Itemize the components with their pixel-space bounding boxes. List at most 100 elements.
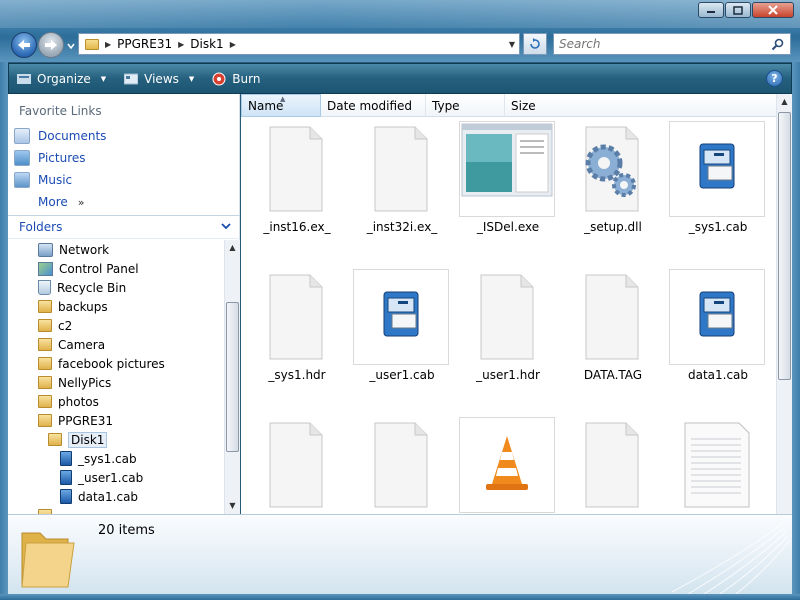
file-item[interactable]: _sys1.cab (663, 117, 773, 257)
tree-item-facebook-pictures[interactable]: facebook pictures (38, 354, 165, 373)
file-item[interactable]: _setup.dll (558, 117, 668, 257)
burn-disc-icon (212, 72, 226, 85)
breadcrumb-arrow-icon[interactable]: ▶ (178, 40, 184, 49)
favorite-documents[interactable]: Documents (14, 126, 106, 146)
views-button[interactable]: Views ▼ (116, 64, 204, 93)
sort-ascending-icon: ▲ (280, 95, 286, 103)
tree-item-ppgre31[interactable]: PPGRE31 (38, 411, 113, 430)
breadcrumb-arrow-icon[interactable]: ▶ (230, 40, 236, 49)
scroll-up-icon[interactable]: ▲ (225, 240, 240, 256)
file-item[interactable]: _user1.cab (347, 265, 457, 405)
tree-item-backups[interactable]: backups (38, 297, 108, 316)
tree-item-control-panel[interactable]: Control Panel (38, 259, 139, 278)
breadcrumb-ppgre31[interactable]: PPGRE31 (117, 37, 172, 51)
scroll-up-icon[interactable]: ▲ (777, 94, 792, 110)
chevron-down-icon (67, 43, 75, 50)
breadcrumb-arrow-icon[interactable]: ▶ (105, 40, 111, 49)
column-headers: Name ▲ Date modified Type Size (241, 94, 776, 117)
file-item[interactable] (347, 413, 457, 514)
recent-pages-dropdown[interactable] (66, 40, 76, 50)
tree-item-network[interactable]: Network (38, 240, 109, 259)
file-item[interactable]: data1.cab (663, 265, 773, 405)
blank-file-icon (353, 121, 449, 217)
details-pane: 20 items (8, 514, 792, 594)
file-items: _inst16.ex_ _inst32i.ex_ _ISDel.exe _set… (241, 117, 776, 514)
decorative-swirl (671, 523, 791, 594)
more-label: More (38, 195, 68, 209)
tree-item-photos[interactable]: photos (38, 392, 99, 411)
tree-item-user1-cab[interactable]: _user1.cab (60, 468, 143, 487)
tree-label: backups (58, 299, 108, 314)
more-links[interactable]: More » (38, 192, 84, 212)
tree-label: photos (58, 394, 99, 409)
tree-label: _sys1.cab (78, 451, 137, 466)
file-item[interactable] (242, 413, 352, 514)
breadcrumb-disk1[interactable]: Disk1 (190, 37, 223, 51)
refresh-button[interactable] (523, 33, 547, 55)
maximize-button[interactable] (725, 2, 751, 18)
favorite-music[interactable]: Music (14, 170, 72, 190)
chevron-down-icon[interactable]: ▼ (509, 40, 515, 49)
search-icon[interactable] (771, 38, 784, 51)
favorite-pictures[interactable]: Pictures (14, 148, 86, 168)
folder-tree: Network Control Panel Recycle Bin backup… (8, 240, 224, 514)
tree-item-disk1[interactable]: Disk1 (48, 430, 108, 449)
file-item[interactable]: _inst32i.ex_ (347, 117, 457, 257)
window-frame-bottom (0, 594, 800, 600)
tree-item-c2[interactable]: c2 (38, 316, 72, 335)
folder-tree-scrollbar[interactable]: ▲ ▼ (224, 240, 240, 514)
organize-button[interactable]: Organize ▼ (9, 64, 116, 93)
file-item[interactable]: _sys1.hdr (242, 265, 352, 405)
file-name: _inst32i.ex_ (366, 220, 438, 234)
folder-icon (38, 395, 52, 408)
file-item[interactable] (663, 413, 773, 514)
folder-icon (38, 338, 52, 351)
tree-label: Network (59, 242, 110, 257)
column-name[interactable]: Name ▲ (241, 94, 321, 117)
search-box[interactable] (553, 33, 791, 55)
scrollbar-thumb[interactable] (778, 112, 791, 380)
tree-item-nellypics[interactable]: NellyPics (38, 373, 111, 392)
folders-header[interactable]: Folders (8, 215, 240, 239)
back-button[interactable] (11, 32, 37, 58)
file-list-scrollbar[interactable]: ▲ (776, 94, 792, 514)
column-date-modified[interactable]: Date modified (321, 94, 426, 117)
double-chevron-right-icon: » (77, 195, 85, 209)
address-bar[interactable]: ▶ PPGRE31 ▶ Disk1 ▶ ▼ (78, 33, 520, 55)
file-item[interactable]: _ISDel.exe (453, 117, 563, 257)
folder-open-icon (48, 433, 62, 446)
file-item[interactable]: _user1.hdr (453, 265, 563, 405)
column-type[interactable]: Type (426, 94, 505, 117)
favorite-label: Music (38, 173, 73, 187)
tree-item-sys1-cab[interactable]: _sys1.cab (60, 449, 137, 468)
text-file-icon (669, 417, 765, 513)
tree-item-recycle-bin[interactable]: Recycle Bin (38, 278, 126, 297)
cabinet-icon (60, 451, 72, 466)
tree-label: _user1.cab (78, 470, 144, 485)
tree-item-data1-cab[interactable]: data1.cab (60, 487, 138, 506)
cabinet-icon (60, 470, 72, 485)
file-name: _inst16.ex_ (263, 220, 331, 234)
chevron-down-icon: ▼ (100, 74, 107, 83)
tree-item-camera[interactable]: Camera (38, 335, 105, 354)
blank-file-icon (564, 269, 660, 365)
file-item[interactable] (453, 413, 563, 514)
file-item[interactable]: DATA.TAG (558, 265, 668, 405)
tree-item-partial[interactable] (38, 506, 52, 514)
search-input[interactable] (559, 37, 759, 51)
file-item[interactable] (558, 413, 668, 514)
minimize-button[interactable] (698, 2, 724, 18)
burn-button[interactable]: Burn (204, 64, 270, 93)
close-button[interactable] (752, 2, 794, 18)
music-icon (14, 172, 30, 188)
scroll-down-icon[interactable]: ▼ (225, 498, 240, 514)
file-name: _user1.cab (369, 368, 435, 382)
file-item[interactable]: _inst16.ex_ (242, 117, 352, 257)
gears-icon (564, 121, 660, 217)
column-size[interactable]: Size (505, 94, 605, 117)
folders-title: Folders (19, 220, 63, 234)
help-button[interactable]: ? (766, 70, 783, 87)
forward-button[interactable] (38, 32, 64, 58)
tree-label: c2 (58, 318, 73, 333)
scrollbar-thumb[interactable] (226, 302, 239, 452)
